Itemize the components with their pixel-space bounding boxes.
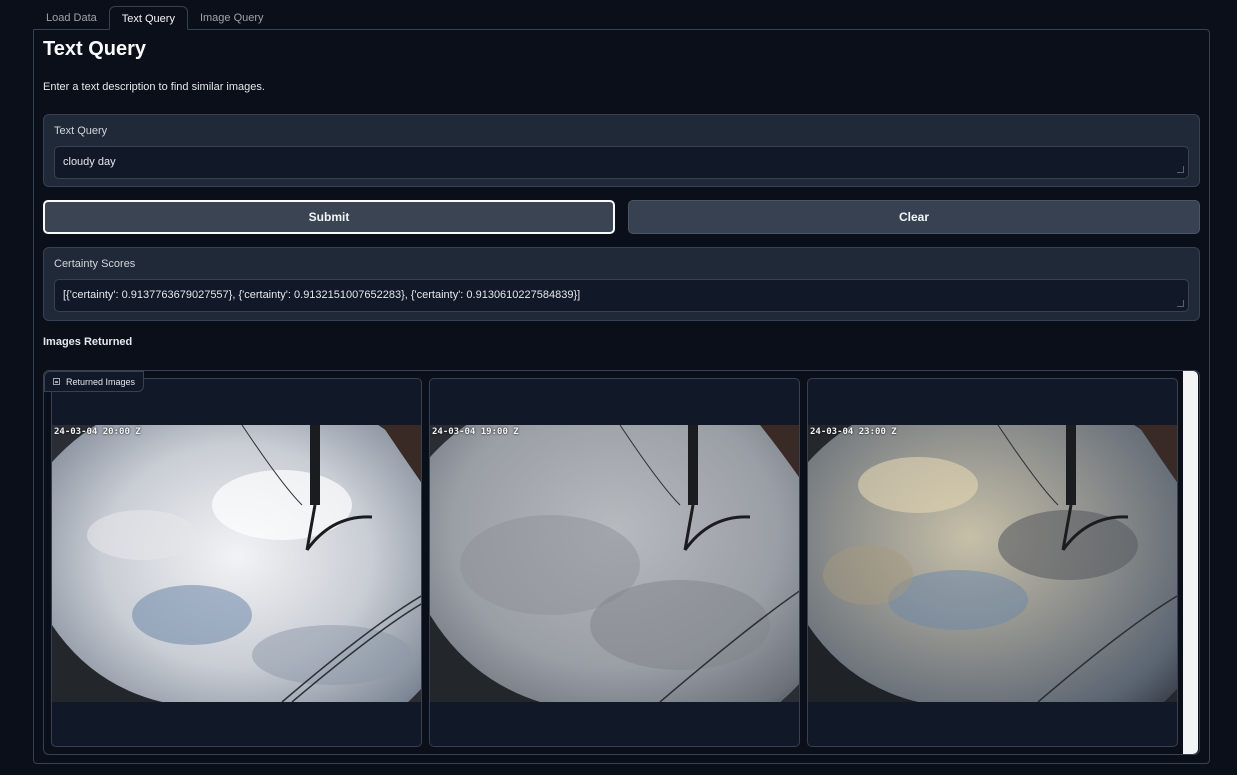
returned-images-gallery: Returned Images 24-03-04 20:00 Z 24-03-0… [43, 370, 1200, 755]
tab-text-query[interactable]: Text Query [108, 6, 188, 30]
text-query-label: Text Query [54, 125, 108, 137]
image-icon [53, 378, 60, 385]
gallery-thumbnail[interactable]: 24-03-04 20:00 Z [51, 378, 422, 747]
certainty-scores-output[interactable]: [{'certainty': 0.9137763679027557}, {'ce… [54, 279, 1189, 312]
page-description: Enter a text description to find similar… [43, 81, 265, 93]
tab-bar: Load Data Text Query Image Query [34, 6, 276, 30]
sky-photo: 24-03-04 23:00 Z [808, 425, 1177, 702]
sky-photo: 24-03-04 20:00 Z [52, 425, 421, 702]
photo-timestamp: 24-03-04 23:00 Z [810, 427, 897, 437]
resize-handle[interactable] [1177, 300, 1184, 307]
page-title: Text Query [43, 38, 146, 60]
sky-photo: 24-03-04 19:00 Z [430, 425, 799, 702]
gallery-scrollbar[interactable] [1183, 371, 1198, 754]
images-returned-label: Images Returned [43, 336, 133, 348]
resize-handle[interactable] [1177, 166, 1184, 173]
photo-timestamp: 24-03-04 19:00 Z [432, 427, 519, 437]
text-query-block: Text Query cloudy day [43, 114, 1200, 187]
certainty-scores-block: Certainty Scores [{'certainty': 0.913776… [43, 247, 1200, 321]
tab-image-query[interactable]: Image Query [188, 6, 276, 30]
gallery-label-badge: Returned Images [44, 371, 145, 392]
certainty-scores-label: Certainty Scores [54, 258, 136, 270]
gallery-thumbnail[interactable]: 24-03-04 19:00 Z [429, 378, 800, 747]
text-query-input[interactable]: cloudy day [54, 146, 1189, 179]
tab-load-data[interactable]: Load Data [34, 6, 109, 30]
gallery-thumbnail[interactable]: 24-03-04 23:00 Z [807, 378, 1178, 747]
clear-button[interactable]: Clear [628, 200, 1200, 234]
gallery-label: Returned Images [66, 376, 136, 387]
photo-timestamp: 24-03-04 20:00 Z [54, 427, 141, 437]
submit-button[interactable]: Submit [43, 200, 615, 234]
